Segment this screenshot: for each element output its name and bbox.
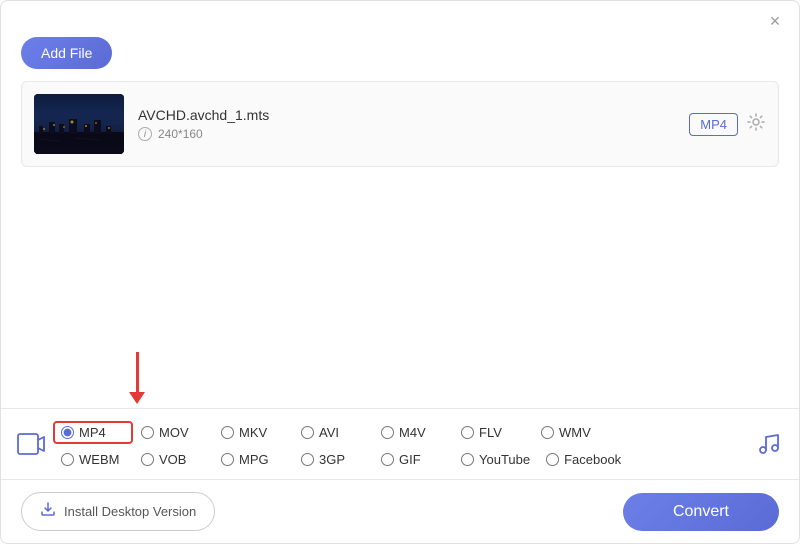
file-meta: i 240*160 [138,127,675,141]
add-file-button[interactable]: Add File [21,37,112,69]
audio-format-icon[interactable] [747,412,791,476]
format-option-youtube[interactable]: YouTube [453,452,538,467]
video-format-icon[interactable] [9,412,53,476]
format-row-1: MP4 MOV MKV AVI M4V FLV WM [53,417,747,448]
toolbar: Add File [1,37,799,81]
format-panel: MP4 MOV MKV AVI M4V FLV WM [1,408,799,480]
format-option-mkv[interactable]: MKV [213,425,293,440]
format-option-wmv[interactable]: WMV [533,425,613,440]
convert-button[interactable]: Convert [623,493,779,531]
file-name: AVCHD.avchd_1.mts [138,107,675,123]
file-list: AVCHD.avchd_1.mts i 240*160 MP4 [21,81,779,167]
install-label: Install Desktop Version [64,504,196,519]
file-resolution: 240*160 [158,127,203,141]
format-option-webm[interactable]: WEBM [53,452,133,467]
content-spacer [1,167,799,352]
thumbnail-image [34,94,124,154]
format-option-mpg[interactable]: MPG [213,452,293,467]
format-option-mov[interactable]: MOV [133,425,213,440]
install-desktop-button[interactable]: Install Desktop Version [21,492,215,531]
red-arrow [129,352,145,404]
info-icon: i [138,127,152,141]
bottom-bar: Install Desktop Version Convert [1,480,799,543]
format-option-mp4[interactable]: MP4 [53,421,133,444]
app-window: × Add File [0,0,800,544]
close-button[interactable]: × [767,13,783,29]
format-option-facebook[interactable]: Facebook [538,452,629,467]
settings-button[interactable] [746,112,766,137]
format-option-m4v[interactable]: M4V [373,425,453,440]
format-option-gif[interactable]: GIF [373,452,453,467]
file-actions: MP4 [689,112,766,137]
file-thumbnail [34,94,124,154]
arrow-indicator-container [1,352,799,408]
output-format-badge: MP4 [689,113,738,136]
file-info: AVCHD.avchd_1.mts i 240*160 [138,107,675,141]
title-bar: × [1,1,799,37]
arrow-head [129,392,145,404]
format-option-flv[interactable]: FLV [453,425,533,440]
download-icon [40,501,56,522]
format-option-avi[interactable]: AVI [293,425,373,440]
format-row-2: WEBM VOB MPG 3GP GIF YouTube [53,448,747,471]
format-option-3gp[interactable]: 3GP [293,452,373,467]
arrow-line [136,352,139,392]
format-options: MP4 MOV MKV AVI M4V FLV WM [53,409,747,479]
format-option-vob[interactable]: VOB [133,452,213,467]
